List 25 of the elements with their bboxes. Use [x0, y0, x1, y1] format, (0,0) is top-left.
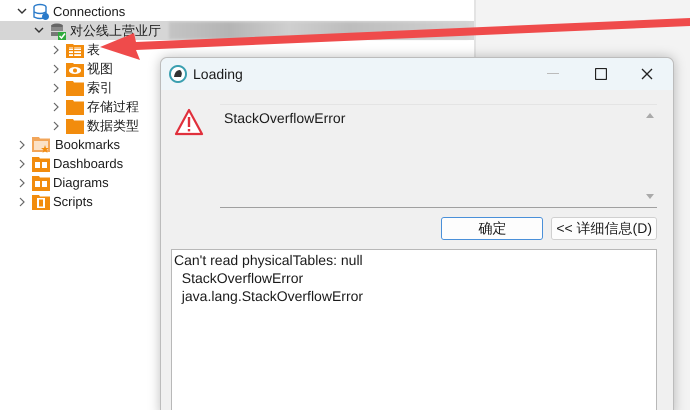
tree-item-label: Scripts: [53, 192, 93, 211]
tree-item-label: Bookmarks: [55, 136, 120, 154]
error-message: StackOverflowError: [223, 109, 346, 128]
tree-item-label: Dashboards: [53, 154, 124, 173]
tree-item-label: 视图: [87, 60, 113, 78]
maximize-icon[interactable]: [595, 68, 607, 80]
close-icon[interactable]: [641, 68, 653, 80]
details-line: java.lang.StackOverflowError: [180, 287, 364, 305]
details-line: StackOverflowError: [180, 269, 304, 287]
database-check-icon: [49, 22, 67, 40]
details-button[interactable]: << 详细信息(D): [551, 217, 657, 240]
ok-button[interactable]: 确定: [441, 217, 544, 240]
tree-item-label: Diagrams: [53, 174, 109, 192]
window-title: Loading: [193, 64, 243, 84]
app-logo-icon: [169, 65, 187, 83]
database-icon: [32, 2, 50, 20]
tree-item-label: 表: [87, 40, 100, 59]
tree-item-label: Connections: [53, 2, 126, 21]
details-line: Can't read physicalTables: null: [174, 251, 364, 269]
details-text-area[interactable]: Can't read physicalTables: null StackOverflowError java.lang.StackOverflowError: [171, 249, 657, 410]
warning-icon: [174, 108, 204, 136]
tree-item-label: 存储过程: [87, 98, 139, 116]
tree-item-label: 索引: [87, 78, 113, 97]
star-folder-icon: [32, 136, 52, 154]
tree-item-label: 数据类型: [87, 116, 139, 135]
